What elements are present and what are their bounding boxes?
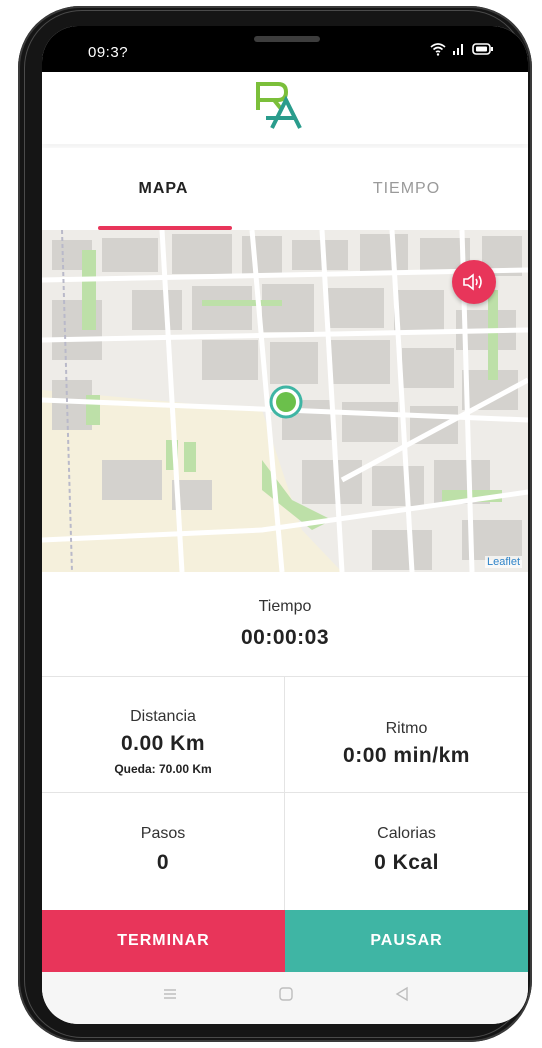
pasos-value: 0 [156,851,170,874]
menu-icon[interactable] [162,986,178,1002]
map-attribution[interactable]: Leaflet [484,556,522,568]
home-icon[interactable] [278,986,294,1002]
elapsed-time-panel: Tiempo 00:00:03 [42,572,528,677]
status-bar: 09:3? [42,26,528,72]
distance-cell: Distancia 0.00 Km Queda: 70.00 Km [42,676,285,793]
ritmo-value: 0:00 min/km [343,744,470,767]
distancia-value: 0.00 Km [120,732,206,755]
action-buttons: TERMINAR PAUSAR [42,910,528,972]
status-time: 09:3? [88,44,129,61]
calorias-value: 0 Kcal [374,851,439,874]
system-nav-bar [42,972,528,1024]
app-screen: 09:3? MAPA TIEMPO Leaflet Tiempo 00:00:0… [42,26,528,1024]
tab-tiempo[interactable]: TIEMPO [285,148,528,230]
calories-cell: Calorias 0 Kcal [285,793,528,910]
back-icon[interactable] [394,986,410,1002]
earpiece [254,36,320,42]
terminar-button[interactable]: TERMINAR [42,910,285,972]
pace-cell: Ritmo 0:00 min/km [285,676,528,793]
calorias-label: Calorias [377,825,436,842]
tab-bar: MAPA TIEMPO [42,148,528,230]
battery-icon [472,43,493,55]
sound-button[interactable] [452,260,496,304]
app-logo [256,82,302,129]
distancia-label: Distancia [130,708,196,725]
pasos-label: Pasos [140,825,186,842]
tiempo-label: Tiempo [258,598,312,615]
app-header [42,72,528,144]
remaining-distance: Queda: 70.00 Km [114,762,212,776]
stats-grid: Distancia 0.00 Km Queda: 70.00 Km Ritmo … [42,676,528,910]
steps-cell: Pasos 0 [42,793,285,910]
tab-mapa[interactable]: MAPA [42,148,285,230]
wifi-icon [430,43,446,56]
map-view[interactable]: Leaflet [42,230,528,572]
tiempo-value: 00:00:03 [240,626,330,649]
system-icons [430,42,494,56]
location-marker [268,384,304,425]
signal-icon [453,44,463,55]
speaker-icon [463,273,482,291]
pausar-button[interactable]: PAUSAR [285,910,528,972]
location-dot-icon [269,385,303,419]
ritmo-label: Ritmo [385,720,428,737]
